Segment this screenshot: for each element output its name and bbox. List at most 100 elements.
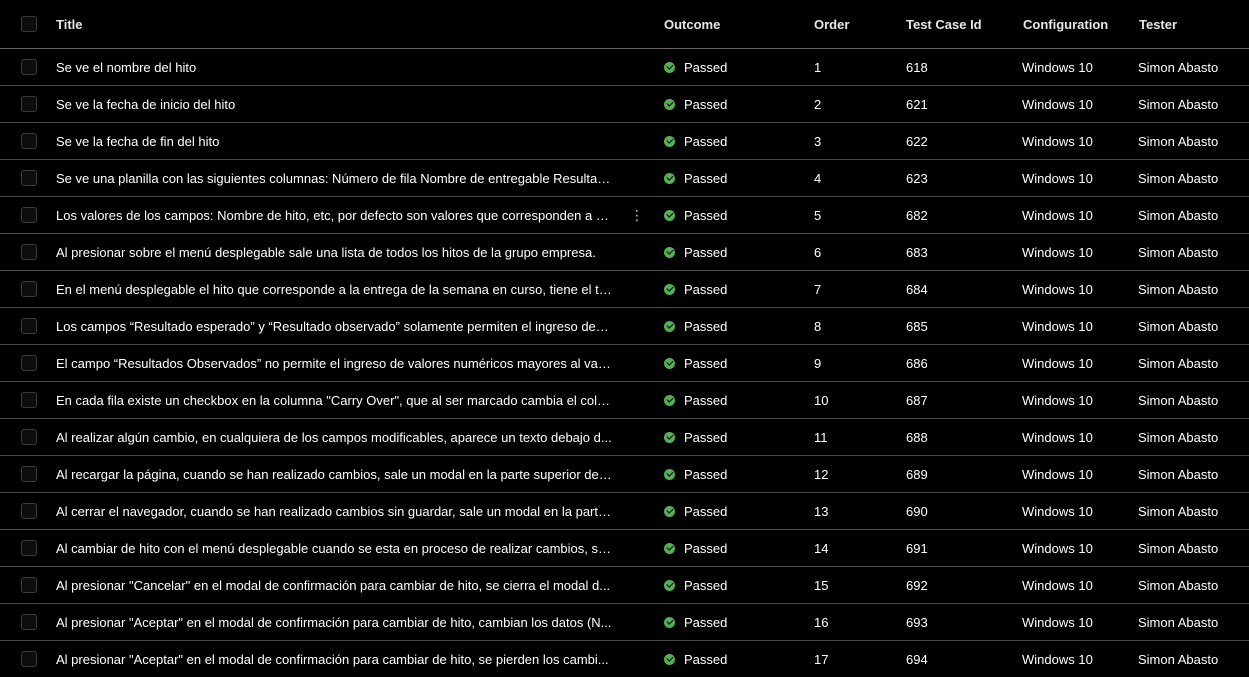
row-checkbox[interactable]	[21, 133, 37, 149]
row-outcome-cell: Passed	[664, 86, 784, 122]
row-title[interactable]: Al presionar "Cancelar" en el modal de c…	[56, 578, 612, 593]
row-checkbox[interactable]	[21, 318, 37, 334]
outcome-label: Passed	[684, 244, 728, 260]
row-test-case-id: 686	[906, 355, 928, 371]
table-row[interactable]: Al presionar "Aceptar" en el modal de co…	[0, 604, 1249, 641]
table-row[interactable]: Se ve una planilla con las siguientes co…	[0, 160, 1249, 197]
row-outcome-cell: Passed	[664, 345, 784, 381]
row-outcome-cell: Passed	[664, 456, 784, 492]
row-title[interactable]: Al presionar "Aceptar" en el modal de co…	[56, 615, 612, 630]
more-vertical-icon[interactable]: ⋮	[630, 208, 644, 222]
row-outcome-cell: Passed	[664, 123, 784, 159]
row-checkbox[interactable]	[21, 170, 37, 186]
row-checkbox[interactable]	[21, 614, 37, 630]
table-row[interactable]: Al recargar la página, cuando se han rea…	[0, 456, 1249, 493]
column-header-tester[interactable]: Tester	[1139, 0, 1249, 48]
column-header-outcome[interactable]: Outcome	[664, 0, 784, 48]
table-row[interactable]: Al presionar sobre el menú desplegable s…	[0, 234, 1249, 271]
row-title[interactable]: El campo “Resultados Observados” no perm…	[56, 356, 612, 371]
table-row[interactable]: Se ve la fecha de inicio del hito Passed 2…	[0, 86, 1249, 123]
row-title[interactable]: Al presionar "Aceptar" en el modal de co…	[56, 652, 612, 667]
table-row[interactable]: En cada fila existe un checkbox en la co…	[0, 382, 1249, 419]
table-row[interactable]: En el menú desplegable el hito que corre…	[0, 271, 1249, 308]
column-header-title[interactable]: Title	[56, 0, 612, 48]
row-checkbox[interactable]	[21, 96, 37, 112]
row-checkbox[interactable]	[21, 429, 37, 445]
outcome-label: Passed	[684, 170, 728, 186]
select-all-checkbox[interactable]	[21, 16, 37, 32]
table-row[interactable]: Al realizar algún cambio, en cualquiera …	[0, 419, 1249, 456]
row-checkbox[interactable]	[21, 392, 37, 408]
row-title[interactable]: Se ve una planilla con las siguientes co…	[56, 171, 612, 186]
row-tester: Simon Abasto	[1138, 133, 1219, 149]
row-test-case-id: 682	[906, 207, 928, 223]
row-test-case-id: 687	[906, 392, 928, 408]
row-checkbox[interactable]	[21, 281, 37, 297]
table-row[interactable]: El campo “Resultados Observados” no perm…	[0, 345, 1249, 382]
table-row[interactable]: Al presionar "Cancelar" en el modal de c…	[0, 567, 1249, 604]
row-tester: Simon Abasto	[1138, 244, 1219, 260]
row-checkbox[interactable]	[21, 466, 37, 482]
row-title[interactable]: Al cerrar el navegador, cuando se han re…	[56, 504, 612, 519]
row-test-case-id: 692	[906, 577, 928, 593]
row-checkbox[interactable]	[21, 651, 37, 667]
table-row[interactable]: Se ve la fecha de fin del hito Passed 3 622…	[0, 123, 1249, 160]
row-checkbox[interactable]	[21, 540, 37, 556]
table-row[interactable]: Al cerrar el navegador, cuando se han re…	[0, 493, 1249, 530]
row-title[interactable]: Al realizar algún cambio, en cualquiera …	[56, 430, 612, 445]
row-title[interactable]: Al recargar la página, cuando se han rea…	[56, 467, 612, 482]
row-select-cell	[21, 641, 41, 677]
row-title[interactable]: Se ve la fecha de fin del hito	[56, 134, 612, 149]
row-order: 7	[814, 281, 822, 297]
row-select-cell	[21, 49, 41, 85]
row-title[interactable]: Se ve la fecha de inicio del hito	[56, 97, 612, 112]
row-tester: Simon Abasto	[1138, 96, 1219, 112]
row-title-cell: Al presionar "Cancelar" en el modal de c…	[56, 567, 612, 603]
row-select-cell	[21, 197, 41, 233]
row-tester: Simon Abasto	[1138, 207, 1219, 223]
row-tester: Simon Abasto	[1138, 281, 1219, 297]
row-order: 13	[814, 503, 829, 519]
row-checkbox[interactable]	[21, 355, 37, 371]
row-test-case-id: 685	[906, 318, 928, 334]
column-header-order[interactable]: Order	[814, 0, 874, 48]
row-select-cell	[21, 271, 41, 307]
row-test-case-id: 621	[906, 96, 928, 112]
row-order: 1	[814, 59, 822, 75]
table-row[interactable]: Al presionar "Aceptar" en el modal de co…	[0, 641, 1249, 677]
row-title[interactable]: Al presionar sobre el menú desplegable s…	[56, 245, 612, 260]
outcome-label: Passed	[684, 503, 728, 519]
row-checkbox[interactable]	[21, 503, 37, 519]
outcome-label: Passed	[684, 318, 728, 334]
row-title-cell: Al cerrar el navegador, cuando se han re…	[56, 493, 612, 529]
column-header-test-case-id[interactable]: Test Case Id	[906, 0, 996, 48]
row-title[interactable]: Los campos “Resultado esperado” y “Resul…	[56, 319, 612, 334]
row-title[interactable]: En el menú desplegable el hito que corre…	[56, 282, 612, 297]
row-title[interactable]: Se ve el nombre del hito	[56, 60, 612, 75]
row-test-case-id: 618	[906, 59, 928, 75]
row-title[interactable]: Los valores de los campos: Nombre de hit…	[56, 208, 612, 223]
row-select-cell	[21, 493, 41, 529]
outcome-label: Passed	[684, 614, 728, 630]
row-checkbox[interactable]	[21, 207, 37, 223]
outcome-label: Passed	[684, 429, 728, 445]
row-configuration: Windows 10	[1022, 392, 1093, 408]
row-checkbox[interactable]	[21, 59, 37, 75]
table-row[interactable]: Se ve el nombre del hito Passed 1 618 Window…	[0, 49, 1249, 86]
column-header-configuration[interactable]: Configuration	[1023, 0, 1123, 48]
table-row[interactable]: Los valores de los campos: Nombre de hit…	[0, 197, 1249, 234]
row-title[interactable]: Al cambiar de hito con el menú desplegab…	[56, 541, 612, 556]
passed-check-icon	[664, 468, 675, 480]
table-row[interactable]: Los campos “Resultado esperado” y “Resul…	[0, 308, 1249, 345]
row-tester: Simon Abasto	[1138, 466, 1219, 482]
row-test-case-id: 622	[906, 133, 928, 149]
row-checkbox[interactable]	[21, 577, 37, 593]
outcome-label: Passed	[684, 133, 728, 149]
table-row[interactable]: Al cambiar de hito con el menú desplegab…	[0, 530, 1249, 567]
row-tester: Simon Abasto	[1138, 170, 1219, 186]
row-select-cell	[21, 530, 41, 566]
row-configuration: Windows 10	[1022, 466, 1093, 482]
row-checkbox[interactable]	[21, 244, 37, 260]
row-configuration: Windows 10	[1022, 540, 1093, 556]
row-title[interactable]: En cada fila existe un checkbox en la co…	[56, 393, 612, 408]
